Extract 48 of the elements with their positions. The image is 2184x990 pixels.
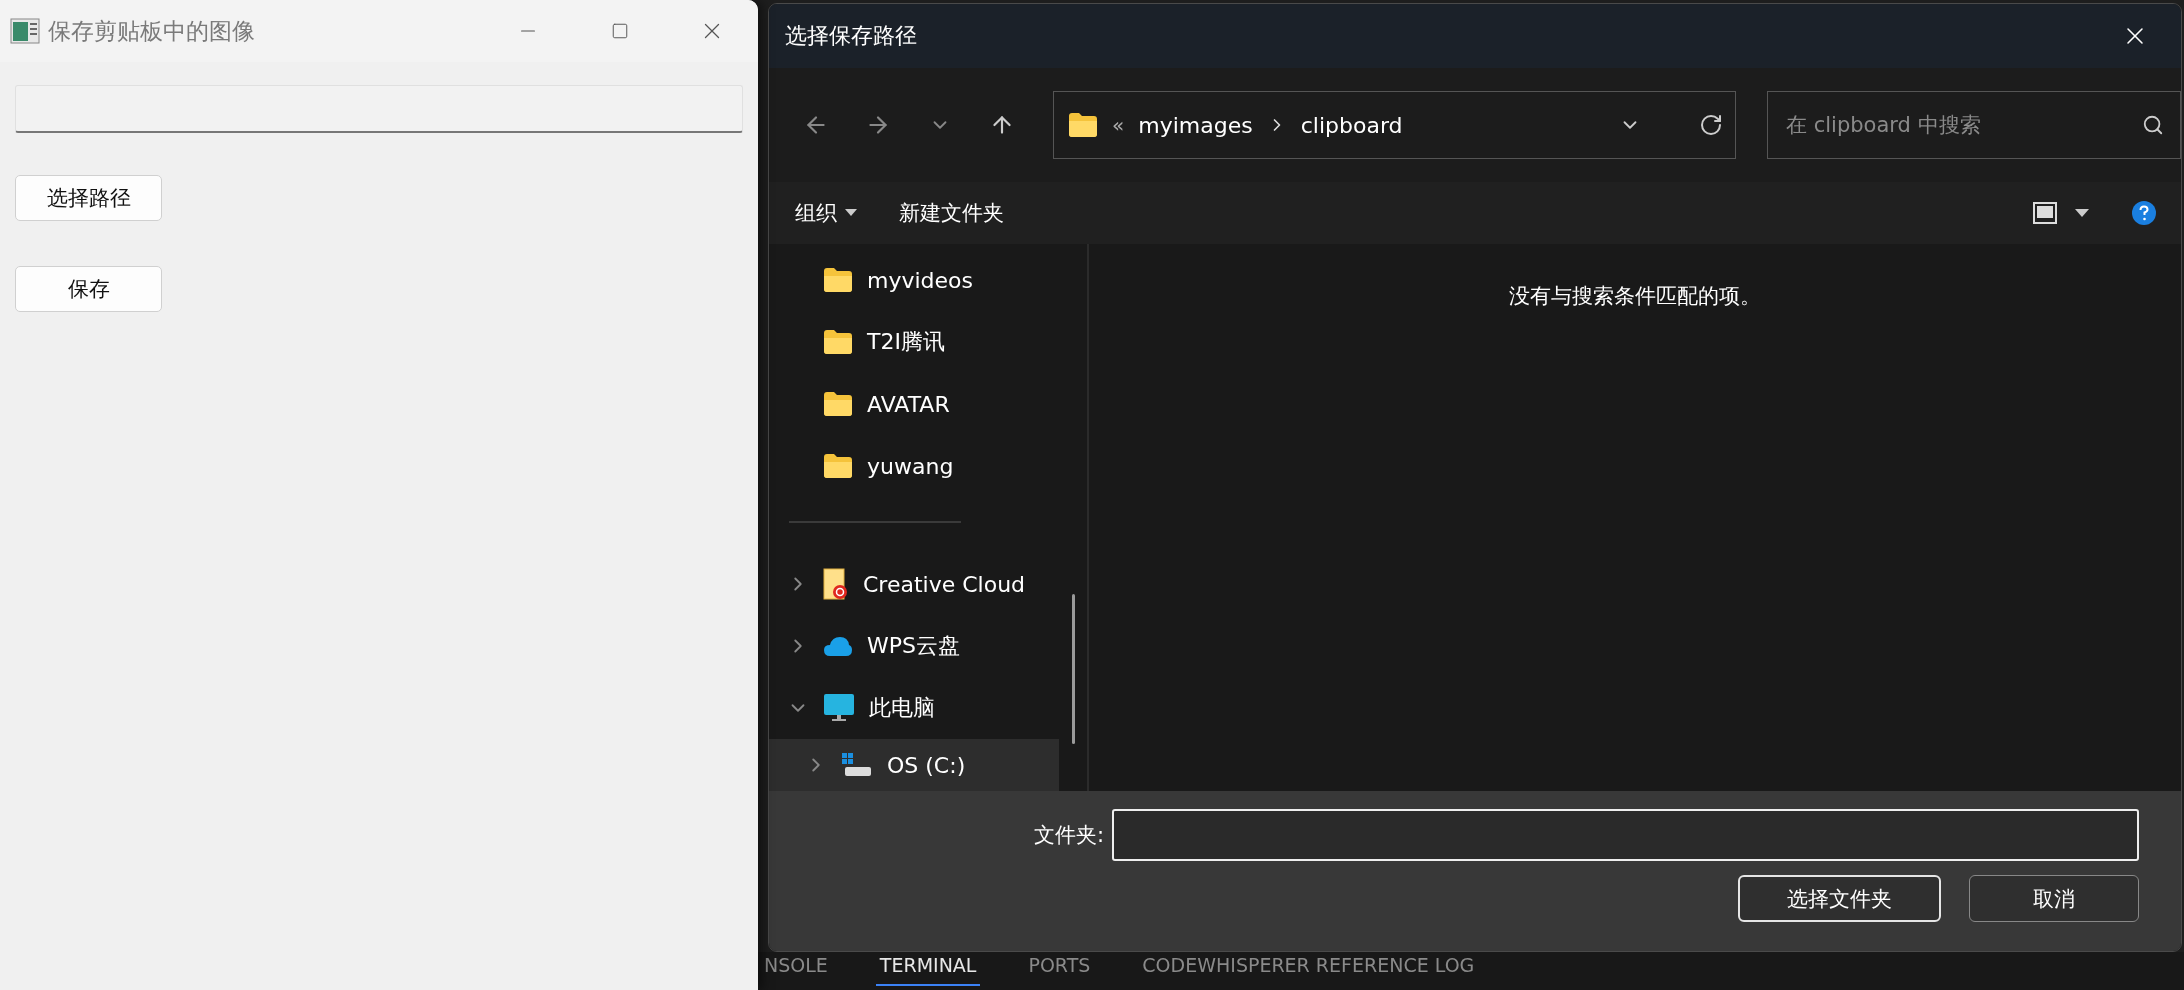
panel-tab[interactable]: PORTS	[1024, 954, 1095, 986]
breadcrumb-item[interactable]: clipboard	[1300, 112, 1403, 138]
nav-item[interactable]: myvideos	[769, 249, 1087, 311]
nav-item[interactable]: WPS云盘	[769, 615, 1087, 677]
empty-message: 没有与搜索条件匹配的项。	[1509, 283, 1761, 310]
cloud-icon	[823, 635, 853, 657]
panel-tab[interactable]: TERMINAL	[875, 954, 981, 986]
nav-item[interactable]: yuwang	[769, 435, 1087, 497]
select-folder-button[interactable]: 选择文件夹	[1738, 875, 1941, 922]
search-field[interactable]: 在 clipboard 中搜索	[1784, 112, 2142, 138]
folder-icon	[823, 329, 853, 355]
folder-icon	[823, 453, 853, 479]
nav-item[interactable]: T2I腾讯	[769, 311, 1087, 373]
view-icon[interactable]	[2033, 202, 2057, 224]
drive-icon	[841, 752, 873, 778]
refresh-icon[interactable]	[1699, 113, 1723, 137]
cancel-button[interactable]: 取消	[1969, 875, 2139, 922]
organize-menu[interactable]: 组织	[795, 199, 857, 227]
panel-tab[interactable]: NSOLE	[760, 954, 832, 986]
maximize-icon[interactable]	[611, 22, 629, 40]
search-icon	[2142, 114, 2164, 136]
folder-icon	[823, 391, 853, 417]
nav-item[interactable]: OS (C:)	[769, 739, 1059, 791]
address-bar[interactable]: « myimages clipboard	[1053, 91, 1736, 159]
new-folder-button[interactable]: 新建文件夹	[899, 199, 1004, 227]
folder-icon	[823, 267, 853, 293]
nav-item[interactable]: Creative Cloud	[769, 553, 1087, 615]
folder-icon	[1068, 112, 1098, 138]
document-icon	[823, 568, 849, 600]
overflow-marker[interactable]: «	[1112, 113, 1125, 137]
nav-item[interactable]: AVATAR	[769, 373, 1087, 435]
app-icon	[10, 18, 40, 44]
choose-path-button[interactable]: 选择路径	[15, 175, 162, 221]
scrollbar-thumb[interactable]	[1072, 594, 1075, 744]
help-icon[interactable]	[2131, 200, 2157, 226]
field-label: 文件夹:	[1033, 822, 1104, 849]
save-button[interactable]: 保存	[15, 266, 162, 312]
search-box[interactable]: 在 clipboard 中搜索	[1767, 91, 2181, 159]
folder-field[interactable]	[1112, 809, 2139, 861]
caret-icon	[845, 209, 857, 217]
path-field[interactable]	[15, 85, 743, 133]
panel-tab[interactable]: CODEWHISPERER REFERENCE LOG	[1138, 954, 1479, 986]
monitor-icon	[823, 693, 855, 723]
caret-icon[interactable]	[2075, 208, 2089, 218]
breadcrumb-item[interactable]: myimages	[1138, 112, 1253, 138]
window-title: 保存剪贴板中的图像	[48, 16, 256, 46]
nav-item[interactable]: 此电脑	[769, 677, 1087, 739]
dialog-title: 选择保存路径	[785, 22, 918, 50]
